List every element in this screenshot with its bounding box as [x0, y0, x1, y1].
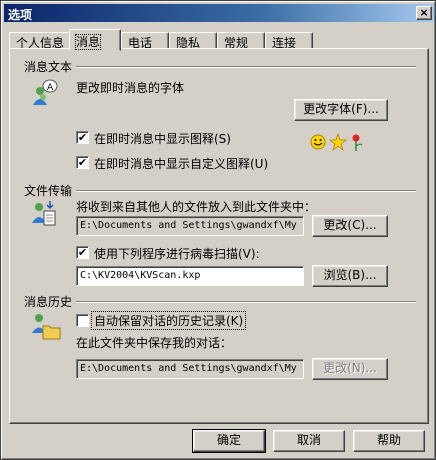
check-mark-icon: ✔	[77, 156, 88, 169]
help-button[interactable]: 帮助	[353, 430, 425, 452]
check-mark-icon: ✔	[77, 131, 88, 144]
change-history-folder-button[interactable]: 更改(N)...	[312, 358, 388, 380]
show-custom-emoticons-label[interactable]: 在即时消息中显示自定义图释(U)	[94, 155, 268, 172]
change-font-button[interactable]: 更改字体(F)...	[294, 99, 388, 121]
file-transfer-icon	[32, 201, 56, 226]
file-transfer-section-title: 文件传输	[24, 184, 73, 198]
auto-save-history-label[interactable]: 自动保留对话的历史记录(K)	[90, 311, 247, 330]
tab-panel: 消息文本 A 更改即时消息的字体 更改字体(F)... ✔ 在即时消息中显示图释…	[9, 48, 429, 424]
tab-privacy[interactable]: 隐私	[169, 32, 217, 50]
history-folder-field[interactable]: E:\Documents and Settings\gwandxf\My	[76, 359, 304, 379]
show-emoticons-checkbox[interactable]: ✔	[76, 131, 89, 144]
section-divider	[76, 301, 416, 303]
close-button[interactable]: ×	[416, 6, 432, 20]
receive-folder-label: 将收到来自其他人的文件放入到此文件夹中：	[76, 200, 317, 214]
show-emoticons-label[interactable]: 在即时消息中显示图释(S)	[94, 130, 231, 147]
section-divider	[76, 66, 416, 68]
tab-messages[interactable]: 消息	[69, 29, 121, 51]
window-title: 选项	[8, 8, 33, 22]
title-bar[interactable]: 选项 ×	[4, 4, 434, 22]
history-folder-icon	[32, 314, 61, 340]
ok-button[interactable]: 确定	[192, 429, 266, 453]
virus-scan-checkbox[interactable]: ✔	[76, 246, 89, 259]
tab-messages-label: 消息	[74, 34, 102, 50]
emoticons-preview-icon	[310, 132, 363, 152]
virus-scan-path-field[interactable]: C:\KV2004\KVScan.kxp	[76, 266, 304, 286]
change-receive-folder-button[interactable]: 更改(C)...	[312, 215, 388, 237]
auto-save-history-checkbox[interactable]	[76, 314, 89, 327]
show-custom-emoticons-checkbox[interactable]: ✔	[76, 156, 89, 169]
svg-text:A: A	[47, 83, 54, 93]
options-dialog: 选项 × 个人信息 消息 电话 隐私 常规 连接 消息文本 A 更改即时消息的字…	[0, 0, 436, 460]
cancel-button[interactable]: 取消	[273, 430, 345, 452]
section-divider	[76, 190, 416, 192]
browse-button[interactable]: 浏览(B)...	[312, 265, 388, 287]
change-font-description: 更改即时消息的字体	[76, 81, 185, 95]
tab-personal[interactable]: 个人信息	[9, 32, 71, 50]
font-person-icon: A	[33, 79, 58, 105]
tab-connection[interactable]: 连接	[265, 32, 313, 50]
message-text-section-title: 消息文本	[24, 60, 73, 74]
history-section-title: 消息历史	[24, 295, 73, 309]
tab-phone[interactable]: 电话	[121, 32, 169, 50]
check-mark-icon: ✔	[77, 246, 88, 259]
tab-general[interactable]: 常规	[217, 32, 265, 50]
virus-scan-label[interactable]: 使用下列程序进行病毒扫描(V):	[94, 245, 260, 262]
save-folder-label: 在此文件夹中保存我的对话：	[76, 336, 233, 350]
receive-folder-field[interactable]: E:\Documents and Settings\gwandxf\My	[76, 216, 304, 236]
